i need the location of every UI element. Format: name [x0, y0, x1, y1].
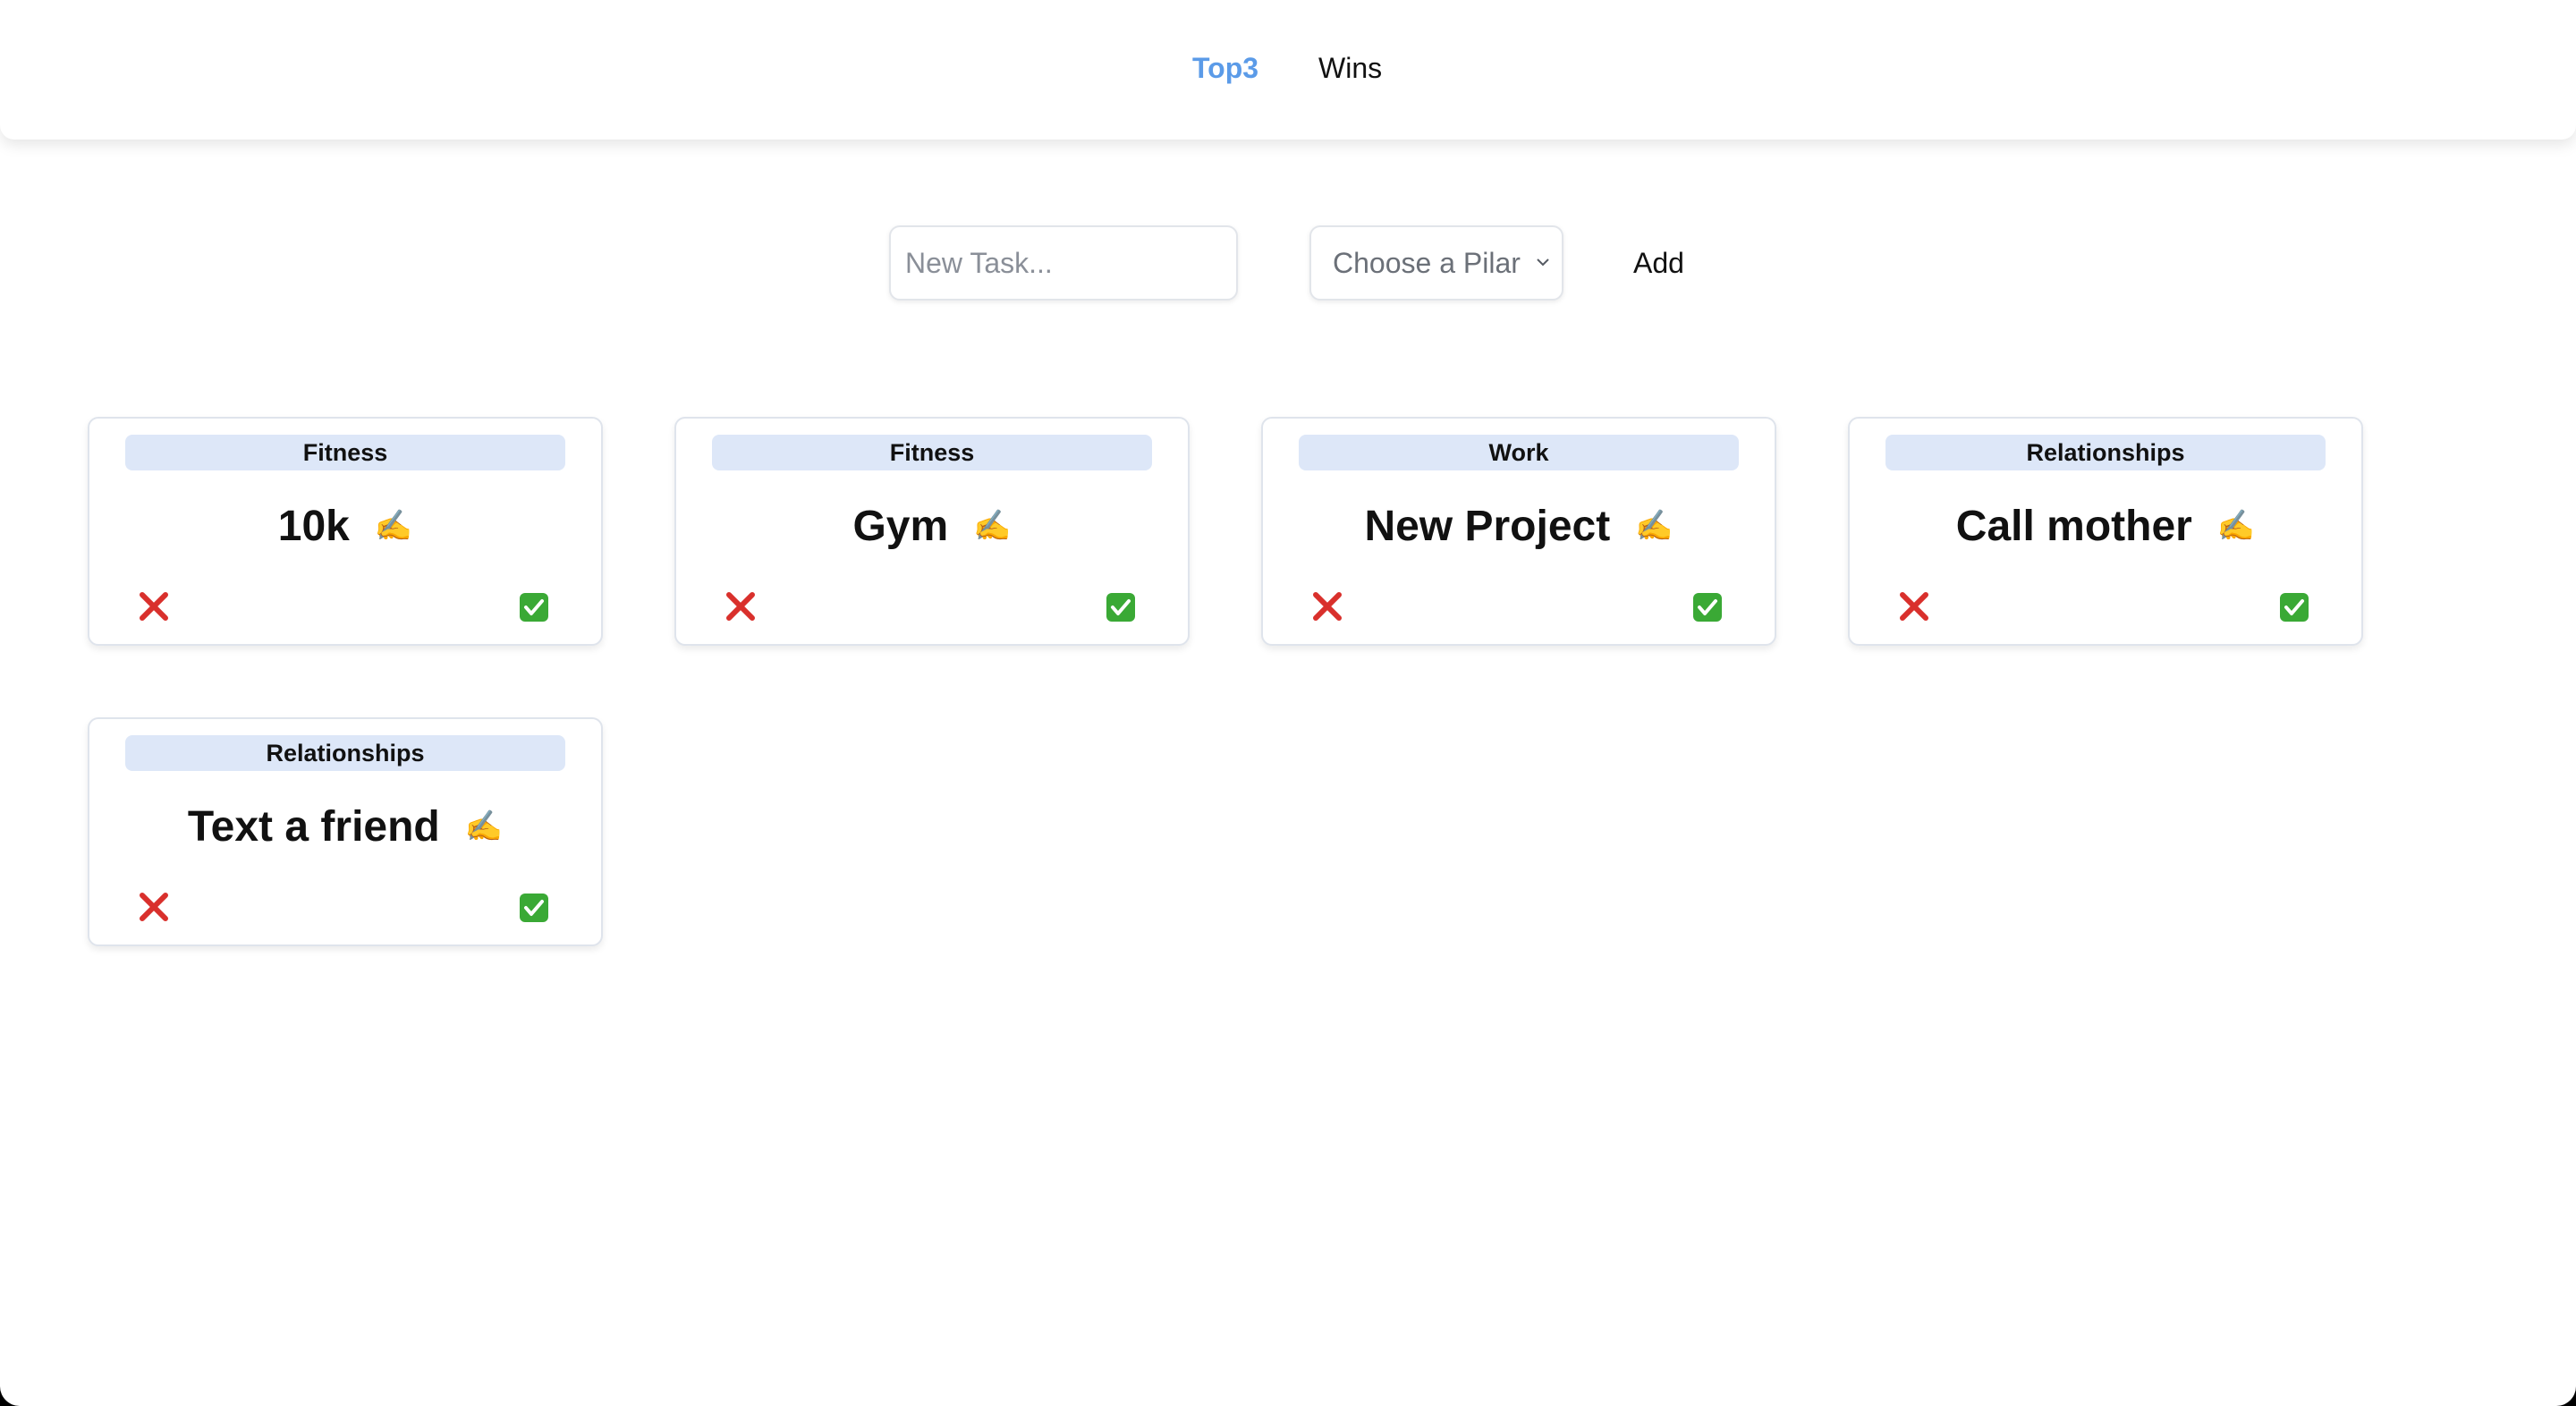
task-title-row: Text a friend ✍️ — [89, 798, 601, 855]
cross-mark-icon[interactable] — [1311, 590, 1343, 623]
chevron-down-icon — [1537, 258, 1549, 267]
check-mark-icon[interactable] — [519, 592, 549, 623]
pilar-badge: Fitness — [712, 435, 1152, 470]
task-card: Relationships Text a friend ✍️ — [88, 717, 603, 946]
nav-link-wins[interactable]: Wins — [1318, 50, 1382, 86]
task-title-row: 10k ✍️ — [89, 497, 601, 555]
task-title: Call mother — [1955, 502, 2192, 550]
new-task-input[interactable] — [889, 225, 1238, 301]
pilar-select-value: Choose a Pilar — [1333, 247, 1521, 279]
nav-link-top3[interactable]: Top3 — [1192, 50, 1258, 86]
check-mark-icon[interactable] — [1692, 592, 1723, 623]
pilar-badge: Relationships — [1885, 435, 2326, 470]
task-title: 10k — [277, 502, 350, 550]
writing-hand-icon[interactable]: ✍️ — [2217, 508, 2255, 544]
app-window: Top3 Wins Choose a Pilar Add Fitness 10k… — [0, 0, 2576, 1406]
cross-mark-icon[interactable] — [138, 891, 170, 923]
task-title-row: Gym ✍️ — [676, 497, 1188, 555]
task-card: Work New Project ✍️ — [1261, 417, 1776, 646]
pilar-badge: Work — [1299, 435, 1739, 470]
pilar-select[interactable]: Choose a Pilar — [1309, 225, 1563, 301]
task-card: Fitness 10k ✍️ — [88, 417, 603, 646]
task-card: Fitness Gym ✍️ — [674, 417, 1190, 646]
task-title: Text a friend — [187, 802, 440, 851]
task-card: Relationships Call mother ✍️ — [1848, 417, 2363, 646]
pilar-badge: Relationships — [125, 735, 565, 771]
task-title-row: New Project ✍️ — [1263, 497, 1775, 555]
writing-hand-icon[interactable]: ✍️ — [375, 508, 412, 544]
task-title: New Project — [1364, 502, 1611, 550]
navbar: Top3 Wins — [0, 0, 2576, 140]
writing-hand-icon[interactable]: ✍️ — [973, 508, 1011, 544]
check-mark-icon[interactable] — [1106, 592, 1136, 623]
pilar-badge: Fitness — [125, 435, 565, 470]
cross-mark-icon[interactable] — [138, 590, 170, 623]
writing-hand-icon[interactable]: ✍️ — [1635, 508, 1673, 544]
add-task-button[interactable]: Add — [1615, 234, 1702, 292]
task-title: Gym — [852, 502, 949, 550]
check-mark-icon[interactable] — [519, 893, 549, 923]
check-mark-icon[interactable] — [2279, 592, 2309, 623]
task-title-row: Call mother ✍️ — [1850, 497, 2361, 555]
cross-mark-icon[interactable] — [724, 590, 757, 623]
writing-hand-icon[interactable]: ✍️ — [465, 809, 503, 844]
cross-mark-icon[interactable] — [1898, 590, 1930, 623]
